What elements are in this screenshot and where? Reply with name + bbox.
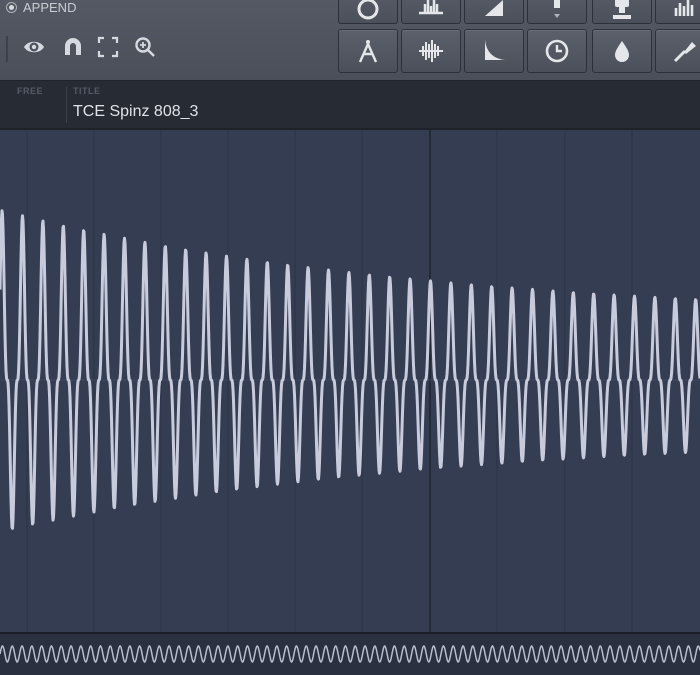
- loop-button[interactable]: [338, 0, 398, 24]
- zoom-icon[interactable]: [133, 35, 157, 59]
- waveform-canvas[interactable]: [0, 130, 700, 632]
- brush-button[interactable]: [655, 29, 700, 73]
- sample-title: TCE Spinz 808_3: [73, 103, 199, 120]
- decay-curve-icon: [485, 40, 505, 60]
- fit-view-icon[interactable]: [96, 35, 120, 59]
- info-separator: [66, 87, 67, 123]
- append-option[interactable]: APPEND: [6, 0, 76, 15]
- drop-button[interactable]: [592, 29, 652, 73]
- fade-button[interactable]: [464, 0, 524, 24]
- overview-waveform-path: [0, 645, 700, 663]
- spectrum-icon: [419, 40, 443, 62]
- toolbar: APPEND: [0, 0, 700, 80]
- fade-icon: [485, 0, 503, 16]
- waveform-path: [0, 209, 700, 530]
- overview-canvas[interactable]: [0, 634, 700, 675]
- spectrum-button[interactable]: [401, 29, 461, 73]
- decay-curve-button[interactable]: [464, 29, 524, 73]
- drop-icon: [615, 41, 629, 62]
- normalize-button[interactable]: [527, 0, 587, 24]
- compass-button[interactable]: [338, 29, 398, 73]
- waveform-overview[interactable]: [0, 632, 700, 675]
- stamp-button[interactable]: [592, 0, 652, 24]
- waveform-editor[interactable]: [0, 128, 700, 632]
- levels-button[interactable]: [655, 0, 700, 24]
- title-label: TITLE: [73, 86, 101, 96]
- clock-icon: [545, 39, 569, 63]
- stamp-icon: [613, 0, 631, 19]
- loop-icon: [357, 0, 379, 20]
- free-label: FREE: [17, 86, 44, 96]
- sample-info-bar: FREE TITLE TCE Spinz 808_3: [0, 80, 700, 129]
- append-radio[interactable]: [6, 2, 17, 13]
- magnet-icon[interactable]: [61, 35, 85, 59]
- levels-icon: [674, 0, 694, 16]
- brush-icon: [673, 42, 696, 63]
- append-label: APPEND: [23, 0, 77, 15]
- eye-icon[interactable]: [22, 35, 46, 59]
- waveform-spike-icon: [419, 0, 443, 15]
- compass-icon: [358, 40, 378, 63]
- waveform-spike-button[interactable]: [401, 0, 461, 24]
- clock-button[interactable]: [527, 29, 587, 73]
- toolbar-separator: [6, 36, 8, 62]
- normalize-icon: [554, 0, 560, 18]
